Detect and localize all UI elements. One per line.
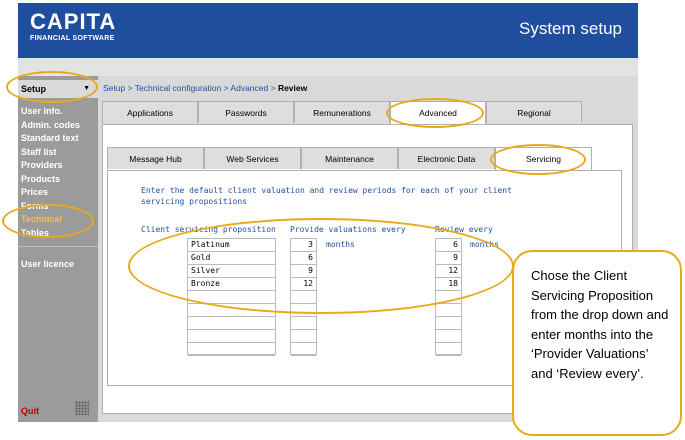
review-value — [455, 318, 461, 327]
valuations-input[interactable] — [291, 343, 316, 356]
breadcrumb: Setup > Technical configuration > Advanc… — [103, 83, 307, 93]
quit-link[interactable]: Quit — [21, 406, 39, 416]
review-input[interactable] — [436, 317, 461, 330]
breadcrumb-current: Review — [277, 83, 308, 93]
proposition-cell[interactable] — [188, 330, 275, 343]
tab-maintenance[interactable]: Maintenance — [301, 147, 398, 169]
highlight-setup-oval — [6, 71, 98, 103]
page-title: System setup — [519, 19, 622, 38]
tab-regional[interactable]: Regional — [486, 101, 582, 123]
app-header: CAPITA FINANCIAL SOFTWARE System setup — [18, 3, 638, 58]
proposition-value — [188, 344, 194, 353]
valuations-input[interactable] — [291, 317, 316, 330]
review-input[interactable] — [436, 343, 461, 356]
proposition-cell[interactable] — [188, 317, 275, 330]
sidebar-item-providers[interactable]: Providers — [21, 160, 63, 170]
review-value — [455, 305, 461, 314]
tab-electronic-data[interactable]: Electronic Data — [398, 147, 495, 169]
sidebar-item-staff-list[interactable]: Staff list — [21, 147, 57, 157]
instruction-callout: Chose the Client Servicing Proposition f… — [512, 250, 682, 436]
sidebar-divider — [18, 246, 98, 247]
tab-applications[interactable]: Applications — [102, 101, 198, 123]
valuations-value — [310, 331, 316, 340]
sidebar: Setup ▼ User info. Admin. codes Standard… — [18, 76, 98, 422]
review-value — [455, 331, 461, 340]
proposition-value — [188, 305, 194, 314]
highlight-advanced-oval — [386, 98, 484, 128]
sidebar-item-user-info[interactable]: User info. — [21, 106, 63, 116]
highlight-technical-oval — [2, 204, 94, 238]
grip-icon — [75, 401, 89, 415]
proposition-value — [188, 331, 194, 340]
sidebar-item-user-licence[interactable]: User licence — [21, 259, 74, 269]
tab-message-hub[interactable]: Message Hub — [107, 147, 204, 169]
highlight-servicing-oval — [490, 144, 586, 175]
sidebar-item-admin-codes[interactable]: Admin. codes — [21, 120, 80, 130]
callout-text: Chose the Client Servicing Proposition f… — [531, 268, 669, 381]
tab-passwords[interactable]: Passwords — [198, 101, 294, 123]
proposition-value — [188, 318, 194, 327]
tab-web-services[interactable]: Web Services — [204, 147, 301, 169]
highlight-fields-oval — [128, 218, 514, 314]
header-strip — [18, 58, 638, 77]
valuations-value — [310, 344, 316, 353]
instructions-text: Enter the default client valuation and r… — [141, 186, 512, 206]
review-input[interactable] — [436, 304, 461, 317]
valuations-input[interactable] — [291, 330, 316, 343]
logo-subtitle: FINANCIAL SOFTWARE — [30, 35, 115, 42]
valuations-value — [310, 318, 316, 327]
sidebar-item-products[interactable]: Products — [21, 174, 60, 184]
proposition-cell[interactable] — [188, 343, 275, 356]
review-value — [455, 344, 461, 353]
breadcrumb-path[interactable]: Setup > Technical configuration > Advanc… — [103, 83, 278, 93]
tab-remunerations[interactable]: Remunerations — [294, 101, 390, 123]
capita-logo: CAPITA — [30, 9, 117, 34]
sidebar-item-prices[interactable]: Prices — [21, 187, 48, 197]
sidebar-item-standard-text[interactable]: Standard text — [21, 133, 79, 143]
review-input[interactable] — [436, 330, 461, 343]
